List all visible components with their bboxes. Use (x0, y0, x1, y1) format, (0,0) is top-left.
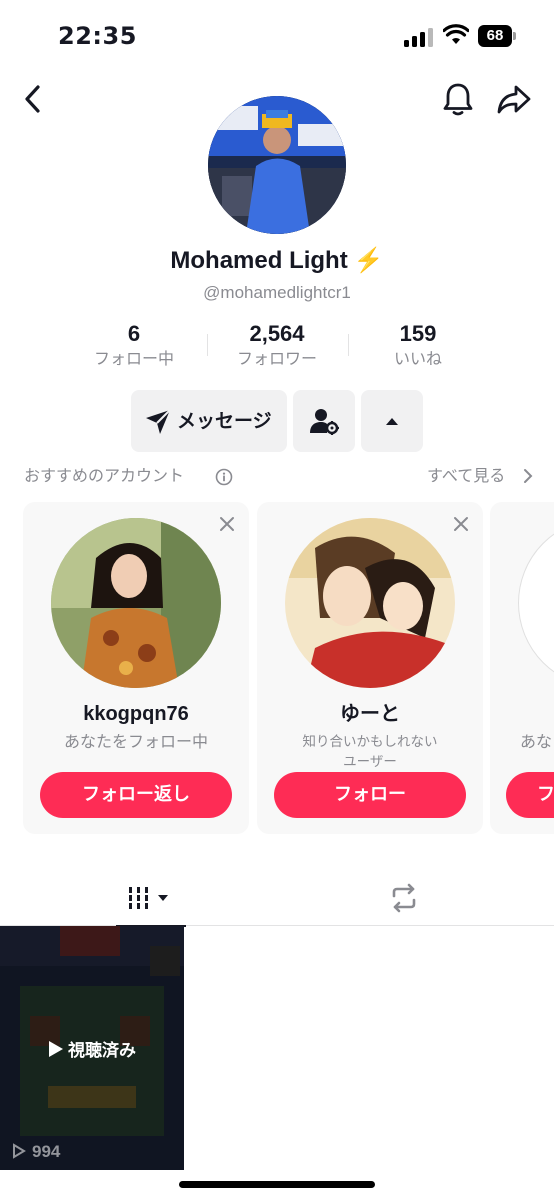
content-tabs (0, 870, 554, 927)
suggested-subtitle-line1: 知り合いかもしれない (302, 734, 438, 750)
profile-avatar[interactable] (208, 96, 346, 234)
suggested-subtitle: 知り合いかもしれない ユーザー (257, 732, 483, 772)
suggested-avatar[interactable] (51, 518, 221, 688)
video-thumbnail[interactable]: 視聴済み 994 (0, 926, 184, 1170)
stat-following[interactable]: 6 フォロー中 (59, 320, 209, 370)
friend-settings-icon (310, 409, 339, 435)
share-icon[interactable] (494, 80, 534, 118)
suggested-subtitle-line2: ユーザー (343, 754, 397, 770)
suggested-card[interactable]: あな フ (490, 502, 554, 834)
stat-likes[interactable]: 159 いいね (343, 320, 493, 370)
status-bar: 22:35 68 (0, 0, 554, 72)
view-count-text: 994 (32, 1142, 61, 1161)
suggested-subtitle: あなたをフォロー中 (63, 732, 208, 751)
chevron-right-icon[interactable] (522, 468, 534, 484)
play-icon (49, 1041, 63, 1057)
message-button[interactable]: メッセージ (131, 390, 287, 452)
close-icon[interactable] (453, 516, 469, 532)
stat-following-label: フォロー中 (93, 349, 174, 368)
stat-likes-value: 159 (399, 321, 437, 346)
send-icon (146, 409, 171, 434)
suggested-avatar[interactable] (518, 518, 554, 688)
follow-button[interactable]: フォロー (274, 772, 466, 818)
suggested-username: ゆーと (340, 703, 400, 725)
caret-up-icon (386, 418, 398, 425)
bell-icon[interactable] (440, 80, 476, 118)
message-label: メッセージ (177, 410, 272, 432)
suggested-card[interactable]: kkogpqn76 あなたをフォロー中 フォロー返し (23, 502, 249, 834)
expand-suggestions-button[interactable] (361, 390, 423, 452)
battery-icon: 68 (478, 25, 516, 47)
profile-name-text: Mohamed Light (170, 247, 348, 274)
home-indicator[interactable] (179, 1181, 375, 1188)
battery-level: 68 (486, 27, 504, 44)
grid-icon (129, 887, 168, 909)
play-outline-icon (13, 1143, 26, 1159)
suggested-username: kkogpqn76 (83, 703, 189, 725)
view-count: 994 (12, 1142, 60, 1162)
suggested-subtitle: あな (520, 732, 553, 751)
suggested-title: おすすめのアカウント (24, 466, 185, 485)
see-all-link[interactable]: すべて見る (427, 464, 505, 488)
status-time: 22:35 (58, 22, 137, 50)
profile-name: Mohamed Light ⚡ (0, 246, 554, 275)
wifi-icon (443, 24, 469, 44)
info-icon[interactable] (215, 468, 233, 486)
stat-likes-label: いいね (393, 349, 442, 368)
suggested-card[interactable]: ゆーと 知り合いかもしれない ユーザー フォロー (257, 502, 483, 834)
back-icon[interactable] (18, 82, 48, 116)
follow-back-button[interactable]: フォロー返し (40, 772, 232, 818)
signal-icon (404, 27, 434, 47)
stat-followers-value: 2,564 (249, 321, 305, 346)
tab-videos[interactable] (116, 870, 186, 927)
suggested-avatar[interactable] (285, 518, 455, 688)
follow-button[interactable]: フ (506, 772, 554, 818)
verified-emoji: ⚡ (353, 247, 384, 274)
close-icon[interactable] (219, 516, 235, 532)
friend-settings-button[interactable] (293, 390, 355, 452)
stat-following-value: 6 (127, 321, 141, 346)
stat-followers-label: フォロワー (236, 349, 317, 368)
profile-handle: @mohamedlightcr1 (203, 283, 351, 302)
watched-label: 視聴済み (0, 1036, 184, 1061)
watched-text: 視聴済み (68, 1041, 136, 1061)
stat-followers[interactable]: 2,564 フォロワー (202, 320, 352, 370)
repost-icon[interactable] (388, 882, 420, 914)
